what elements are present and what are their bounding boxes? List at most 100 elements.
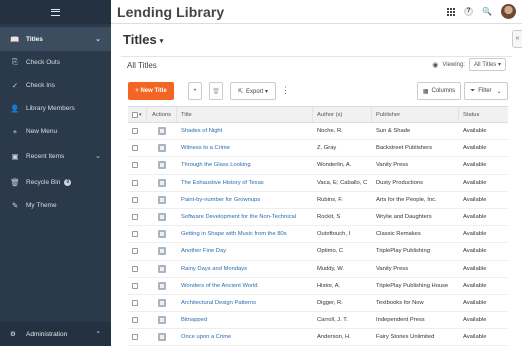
sidebar-item-check-outs[interactable]: ⎘ Check Outs <box>0 50 111 74</box>
table-row[interactable]: Paint-by-number for Grownups Rubins, F. Ar… <box>128 192 508 209</box>
collapse-panel-button[interactable]: « <box>512 30 522 48</box>
table-row[interactable]: Once upon a Crime Anderson, H. Fairy Stori… <box>128 329 508 346</box>
sidebar-item-my-theme[interactable]: ✎ My Theme <box>0 193 111 217</box>
delete-icon[interactable]: 🗑 <box>209 82 223 100</box>
title-link[interactable]: Rainy Days and Mondays <box>177 261 313 277</box>
title-link[interactable]: Architectural Design Patterns <box>177 295 313 311</box>
col-header-author[interactable]: Author (s) <box>313 107 372 122</box>
table-row[interactable]: Software Development for the Non-Technic… <box>128 209 508 227</box>
col-header-title[interactable]: Title <box>177 107 313 122</box>
row-checkbox[interactable] <box>128 140 147 156</box>
title-link[interactable]: Through the Glass Looking <box>177 157 313 173</box>
table-row[interactable]: Rainy Days and Mondays Muddy, W. Vanity Pr… <box>128 261 508 278</box>
row-checkbox[interactable] <box>128 192 147 208</box>
row-actions[interactable] <box>147 209 177 225</box>
columns-button[interactable]: ▦ Columns <box>417 82 461 100</box>
actions-menu-icon[interactable] <box>158 333 166 342</box>
table-row[interactable]: Getting in Shape with Music from the 80s… <box>128 226 508 244</box>
row-actions[interactable] <box>147 175 177 191</box>
eye-icon: ◉ <box>432 61 439 69</box>
table-row[interactable]: Shades of Night Noche, R. Sun & Shade Avail… <box>128 123 508 141</box>
sidebar-item-new-menu[interactable]: + New Menu <box>0 119 111 143</box>
actions-menu-icon[interactable] <box>158 127 166 136</box>
page-title[interactable]: Titles ▾ <box>123 32 163 47</box>
row-actions[interactable] <box>147 157 177 173</box>
row-actions[interactable] <box>147 278 177 294</box>
chevron-up-icon[interactable]: ⌃ <box>96 330 101 338</box>
actions-menu-icon[interactable] <box>158 281 166 290</box>
row-checkbox[interactable] <box>128 175 147 191</box>
table-row[interactable]: Bitnapped Carroll, J. T. Independent Press… <box>128 312 508 330</box>
add-icon[interactable]: + <box>188 82 202 100</box>
new-title-button[interactable]: + New Title <box>128 82 174 100</box>
actions-menu-icon[interactable] <box>158 316 166 325</box>
title-link[interactable]: Getting in Shape with Music from the 80s <box>177 226 313 242</box>
row-checkbox[interactable] <box>128 123 147 139</box>
select-all-checkbox[interactable]: ▾ <box>128 107 147 122</box>
actions-menu-icon[interactable] <box>158 264 166 273</box>
sidebar-item-check-ins[interactable]: ✓ Check Ins <box>0 73 111 97</box>
row-checkbox[interactable] <box>128 278 147 294</box>
table-row[interactable]: The Exhaustive History of Texas Vaca, E; … <box>128 175 508 192</box>
row-actions[interactable] <box>147 123 177 139</box>
actions-menu-icon[interactable] <box>158 230 166 239</box>
actions-menu-icon[interactable] <box>158 298 166 307</box>
sidebar-item-recent-items[interactable]: ▣ Recent Items ⌄ <box>0 144 111 168</box>
viewing-select[interactable]: All Titles ▾ <box>468 58 506 71</box>
actions-menu-icon[interactable] <box>158 144 166 153</box>
hamburger-icon[interactable] <box>51 8 60 16</box>
row-actions[interactable] <box>147 140 177 156</box>
help-icon[interactable]: ? <box>464 7 474 16</box>
row-checkbox[interactable] <box>128 312 147 328</box>
sidebar-item-administration[interactable]: ⚙ Administration ⌃ <box>0 322 111 346</box>
actions-menu-icon[interactable] <box>158 247 166 256</box>
row-checkbox[interactable] <box>128 329 147 345</box>
row-checkbox[interactable] <box>128 226 147 242</box>
row-actions[interactable] <box>147 192 177 208</box>
title-link[interactable]: Shades of Night <box>177 123 313 139</box>
title-link[interactable]: Bitnapped <box>177 312 313 328</box>
actions-menu-icon[interactable] <box>158 213 166 222</box>
filter-button[interactable]: ⏷ Filter ⌄ <box>464 82 508 100</box>
export-button[interactable]: ⇱ Export ▾ <box>230 82 276 100</box>
row-checkbox[interactable] <box>128 243 147 259</box>
title-link[interactable]: Wonders of the Ancient World <box>177 278 313 294</box>
row-checkbox[interactable] <box>128 295 147 311</box>
title-link[interactable]: Software Development for the Non-Technic… <box>177 209 313 225</box>
title-link[interactable]: Witness to a Crime <box>177 140 313 156</box>
apps-grid-icon[interactable] <box>447 7 456 16</box>
row-actions[interactable] <box>147 295 177 311</box>
actions-menu-icon[interactable] <box>158 178 166 187</box>
row-actions[interactable] <box>147 312 177 328</box>
sidebar-item-library-members[interactable]: 👤 Library Members <box>0 96 111 120</box>
more-options-icon[interactable]: ⋮ <box>281 85 290 96</box>
row-checkbox[interactable] <box>128 209 147 225</box>
table-row[interactable]: Architectural Design Patterns Digger, R. T… <box>128 295 508 313</box>
chevron-down-icon[interactable]: ⌄ <box>95 35 101 43</box>
title-link[interactable]: Once upon a Crime <box>177 329 313 345</box>
row-actions[interactable] <box>147 261 177 277</box>
col-header-status[interactable]: Status <box>459 107 508 122</box>
chevron-down-icon[interactable]: ⌄ <box>95 152 101 160</box>
title-link[interactable]: Paint-by-number for Grownups <box>177 192 313 208</box>
sidebar-toggle[interactable] <box>0 0 111 24</box>
col-header-publisher[interactable]: Publisher <box>372 107 459 122</box>
sidebar-item-titles[interactable]: 📖 Titles ⌄ <box>0 27 111 51</box>
title-link[interactable]: The Exhaustive History of Texas <box>177 175 313 191</box>
caret-down-icon[interactable]: ▾ <box>160 38 164 45</box>
table-row[interactable]: Another Fine Day Optimo, C TriplePlay Publ… <box>128 243 508 261</box>
row-checkbox[interactable] <box>128 261 147 277</box>
table-row[interactable]: Witness to a Crime Z. Gray Backstreet Publ… <box>128 140 508 158</box>
title-link[interactable]: Another Fine Day <box>177 243 313 259</box>
actions-menu-icon[interactable] <box>158 161 166 170</box>
table-row[interactable]: Through the Glass Looking Wonderlin, A. Va… <box>128 157 508 175</box>
table-row[interactable]: Wonders of the Ancient World Histor, A. Tr… <box>128 278 508 295</box>
row-actions[interactable] <box>147 243 177 259</box>
row-actions[interactable] <box>147 329 177 345</box>
row-checkbox[interactable] <box>128 157 147 173</box>
avatar[interactable] <box>501 4 516 19</box>
row-actions[interactable] <box>147 226 177 242</box>
search-icon[interactable]: 🔍 <box>482 7 492 16</box>
actions-menu-icon[interactable] <box>158 195 166 204</box>
sidebar-item-recycle-bin[interactable]: 🗑 Recycle Bin 0 <box>0 170 111 194</box>
